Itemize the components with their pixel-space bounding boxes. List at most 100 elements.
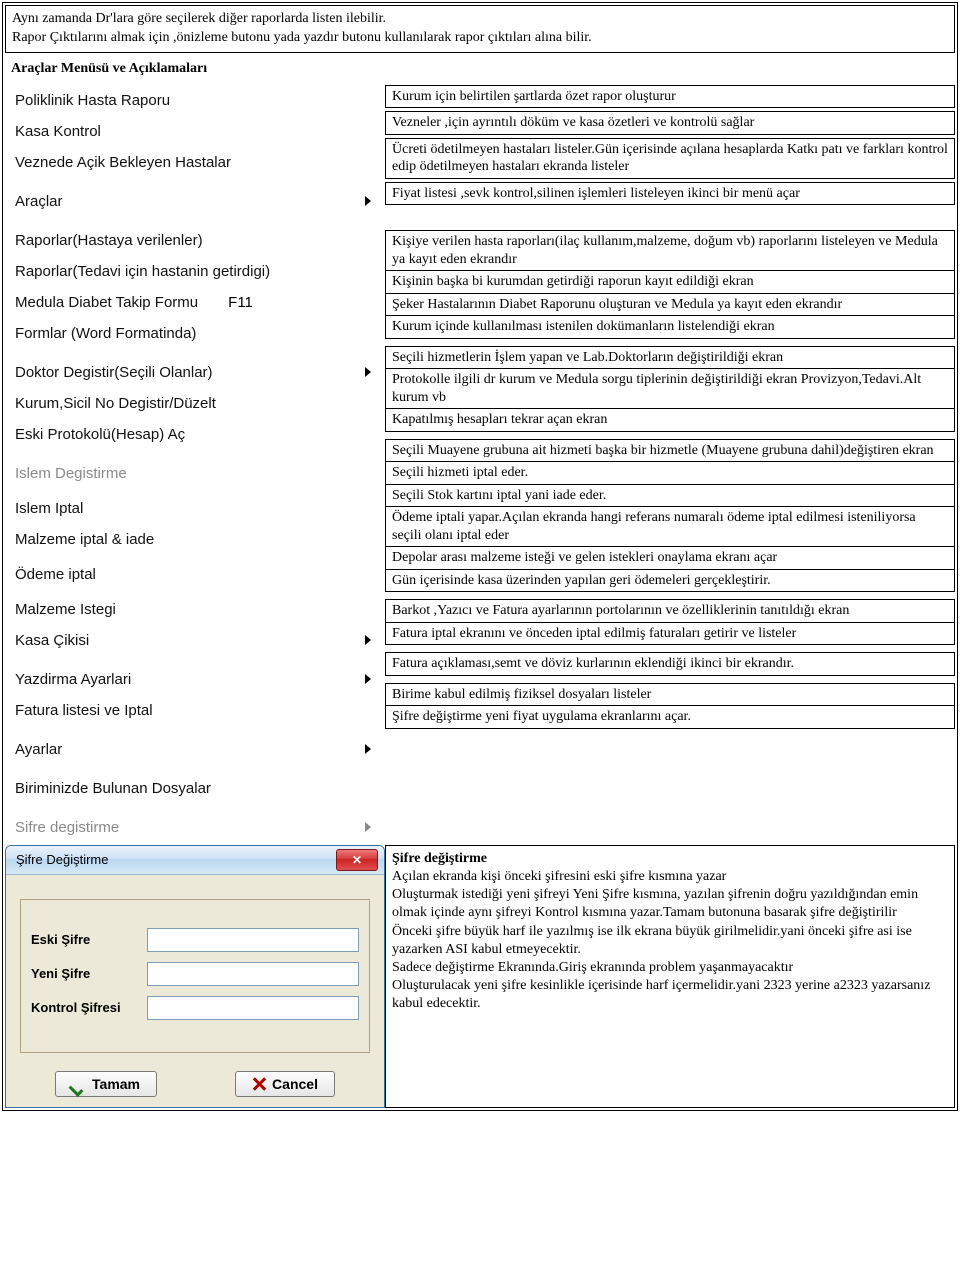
menu-label: Kasa Kontrol xyxy=(15,123,101,140)
menu-label: Poliklinik Hasta Raporu xyxy=(15,92,170,109)
password-explanation: Şifre değiştirme Açılan ekranda kişi önc… xyxy=(385,845,955,1108)
submenu-arrow-icon xyxy=(365,635,371,645)
label-confirm-password: Kontrol Şifresi xyxy=(31,1000,141,1015)
check-icon xyxy=(72,1077,86,1091)
desc-sifre-degistirme: Şifre değiştirme yeni fiyat uygulama ekr… xyxy=(385,705,955,729)
shortcut-key: F11 xyxy=(228,294,253,311)
desc-formlar: Kurum içinde kullanılması istenilen dokü… xyxy=(385,315,955,339)
menu-medula-diabet[interactable]: Medula Diabet Takip Formu F11 xyxy=(5,287,385,318)
row-confirm-password: Kontrol Şifresi xyxy=(31,996,359,1020)
menu-kurum-sicil[interactable]: Kurum,Sicil No Degistir/Düzelt xyxy=(5,388,385,419)
menu-sifre-degistirme[interactable]: Sifre degistirme xyxy=(5,812,385,843)
password-dialog: Şifre Değiştirme ✕ Eski Şifre Yeni Şifre xyxy=(5,845,385,1108)
menu-label: Formlar (Word Formatinda) xyxy=(15,325,196,342)
desc-doktor-degistir: Seçili hizmetlerin İşlem yapan ve Lab.Do… xyxy=(385,346,955,370)
menu-araclar[interactable]: Araçlar xyxy=(5,186,385,217)
input-confirm-password[interactable] xyxy=(147,996,359,1020)
menu-label: Ayarlar xyxy=(15,741,62,758)
top-note-box: Aynı zamanda Dr'lara göre seçilerek diğe… xyxy=(5,5,955,53)
desc-kasa-cikisi: Gün içerisinde kasa üzerinden yapılan ge… xyxy=(385,569,955,593)
menu-raporlar-hasta[interactable]: Raporlar(Hastaya verilenler) xyxy=(5,225,385,256)
menu-label: Islem Iptal xyxy=(15,500,83,517)
desc-vezne: Ücreti ödetilmeyen hastaları listeler.Gü… xyxy=(385,138,955,179)
desc-ayarlar: Fatura açıklaması,semt ve döviz kurların… xyxy=(385,652,955,676)
menu-ayarlar[interactable]: Ayarlar xyxy=(5,734,385,765)
descriptions-column: Kurum için belirtilen şartlarda özet rap… xyxy=(385,85,955,843)
submenu-arrow-icon xyxy=(365,196,371,206)
ok-button[interactable]: Tamam xyxy=(55,1071,157,1097)
row-old-password: Eski Şifre xyxy=(31,928,359,952)
menu-kasa-kontrol[interactable]: Kasa Kontrol xyxy=(5,116,385,147)
menu-label: Medula Diabet Takip Formu xyxy=(15,294,198,311)
desc-eski-protokol: Kapatılmış hesapları tekrar açan ekran xyxy=(385,408,955,432)
menu-formlar-word[interactable]: Formlar (Word Formatinda) xyxy=(5,318,385,349)
menu-label: Kasa Çikisi xyxy=(15,632,89,649)
password-line2: Oluşturmak istediği yeni şifreyi Yeni Şi… xyxy=(392,887,918,920)
dialog-titlebar: Şifre Değiştirme ✕ xyxy=(6,846,384,875)
cancel-button-label: Cancel xyxy=(272,1076,318,1092)
password-heading: Şifre değiştirme xyxy=(392,851,487,866)
menu-malzeme-iptal[interactable]: Malzeme iptal & iade xyxy=(5,524,385,555)
menu-eski-protokol[interactable]: Eski Protokolü(Hesap) Aç xyxy=(5,419,385,450)
menu-label: Islem Degistirme xyxy=(15,465,127,482)
menu-kasa-cikisi[interactable]: Kasa Çikisi xyxy=(5,625,385,656)
close-icon: ✕ xyxy=(352,853,362,867)
submenu-arrow-icon xyxy=(365,367,371,377)
top-note-line2: Rapor Çıktılarını almak için ,önizleme b… xyxy=(12,30,592,45)
menu-label: Eski Protokolü(Hesap) Aç xyxy=(15,426,185,443)
password-line1: Açılan ekranda kişi önceki şifresini esk… xyxy=(392,869,726,884)
menu-malzeme-istegi[interactable]: Malzeme Istegi xyxy=(5,594,385,625)
menu-islem-degistirme: Islem Degistirme xyxy=(5,458,385,489)
dialog-button-row: Tamam Cancel xyxy=(6,1067,384,1107)
desc-malzeme-istegi: Depolar arası malzeme isteği ve gelen is… xyxy=(385,546,955,570)
menu-label: Raporlar(Hastaya verilenler) xyxy=(15,232,203,249)
menu-label: Raporlar(Tedavi için hastanin getirdigi) xyxy=(15,263,270,280)
menu-label: Ödeme iptal xyxy=(15,566,96,583)
menu-fatura-listesi[interactable]: Fatura listesi ve Iptal xyxy=(5,695,385,726)
desc-kurum-sicil: Protokolle ilgili dr kurum ve Medula sor… xyxy=(385,368,955,409)
menu-label: Fatura listesi ve Iptal xyxy=(15,702,153,719)
password-line5: Oluşturulacak yeni şifre kesinlikle içer… xyxy=(392,978,930,1011)
desc-medula: Şeker Hastalarının Diabet Raporunu oluşt… xyxy=(385,293,955,317)
two-column-area: Poliklinik Hasta Raporu Kasa Kontrol Vez… xyxy=(3,85,957,845)
dialog-body: Eski Şifre Yeni Şifre Kontrol Şifresi xyxy=(6,875,384,1067)
desc-raporlar-tedavi: Kişinin başka bi kurumdan getirdiği rapo… xyxy=(385,270,955,294)
menu-label: Biriminizde Bulunan Dosyalar xyxy=(15,780,211,797)
menu-doktor-degistir[interactable]: Doktor Degistir(Seçili Olanlar) xyxy=(5,357,385,388)
desc-yazdirma: Barkot ,Yazıcı ve Fatura ayarlarının por… xyxy=(385,599,955,623)
submenu-arrow-icon xyxy=(365,822,371,832)
close-button[interactable]: ✕ xyxy=(336,849,378,871)
tools-menu: Poliklinik Hasta Raporu Kasa Kontrol Vez… xyxy=(5,85,385,843)
desc-fatura-liste: Fatura iptal ekranını ve önceden iptal e… xyxy=(385,622,955,646)
menu-label: Veznede Açik Bekleyen Hastalar xyxy=(15,154,231,171)
menu-yazdirma-ayarlari[interactable]: Yazdirma Ayarlari xyxy=(5,664,385,695)
document-outer: Aynı zamanda Dr'lara göre seçilerek diğe… xyxy=(2,2,958,1111)
dialog-fieldset: Eski Şifre Yeni Şifre Kontrol Şifresi xyxy=(20,899,370,1053)
input-old-password[interactable] xyxy=(147,928,359,952)
input-new-password[interactable] xyxy=(147,962,359,986)
menu-birim-dosyalar[interactable]: Biriminizde Bulunan Dosyalar xyxy=(5,773,385,804)
label-old-password: Eski Şifre xyxy=(31,932,141,947)
desc-odeme-iptal: Ödeme iptali yapar.Açılan ekranda hangi … xyxy=(385,506,955,547)
menu-raporlar-tedavi[interactable]: Raporlar(Tedavi için hastanin getirdigi) xyxy=(5,256,385,287)
menu-label: Araçlar xyxy=(15,193,63,210)
menu-vezne-acik[interactable]: Veznede Açik Bekleyen Hastalar xyxy=(5,147,385,178)
menu-poliklinik[interactable]: Poliklinik Hasta Raporu xyxy=(5,85,385,116)
cross-icon xyxy=(252,1077,266,1091)
menu-label: Yazdirma Ayarlari xyxy=(15,671,131,688)
menu-label: Kurum,Sicil No Degistir/Düzelt xyxy=(15,395,216,412)
desc-araclar: Fiyat listesi ,sevk kontrol,silinen işle… xyxy=(385,182,955,206)
menu-islem-iptal[interactable]: Islem Iptal xyxy=(5,493,385,524)
submenu-arrow-icon xyxy=(365,744,371,754)
cancel-button[interactable]: Cancel xyxy=(235,1071,335,1097)
desc-kasa: Vezneler ,için ayrıntılı döküm ve kasa ö… xyxy=(385,111,955,135)
desc-malzeme-iptal: Seçili Stok kartını iptal yani iade eder… xyxy=(385,484,955,508)
menu-label: Malzeme iptal & iade xyxy=(15,531,154,548)
desc-islem-degistirme: Seçili Muayene grubuna ait hizmeti başka… xyxy=(385,439,955,463)
desc-poliklinik: Kurum için belirtilen şartlarda özet rap… xyxy=(385,85,955,109)
menu-odeme-iptal[interactable]: Ödeme iptal xyxy=(5,559,385,590)
ok-button-label: Tamam xyxy=(92,1076,140,1092)
label-new-password: Yeni Şifre xyxy=(31,966,141,981)
row-new-password: Yeni Şifre xyxy=(31,962,359,986)
desc-raporlar-hasta: Kişiye verilen hasta raporları(ilaç kull… xyxy=(385,230,955,271)
